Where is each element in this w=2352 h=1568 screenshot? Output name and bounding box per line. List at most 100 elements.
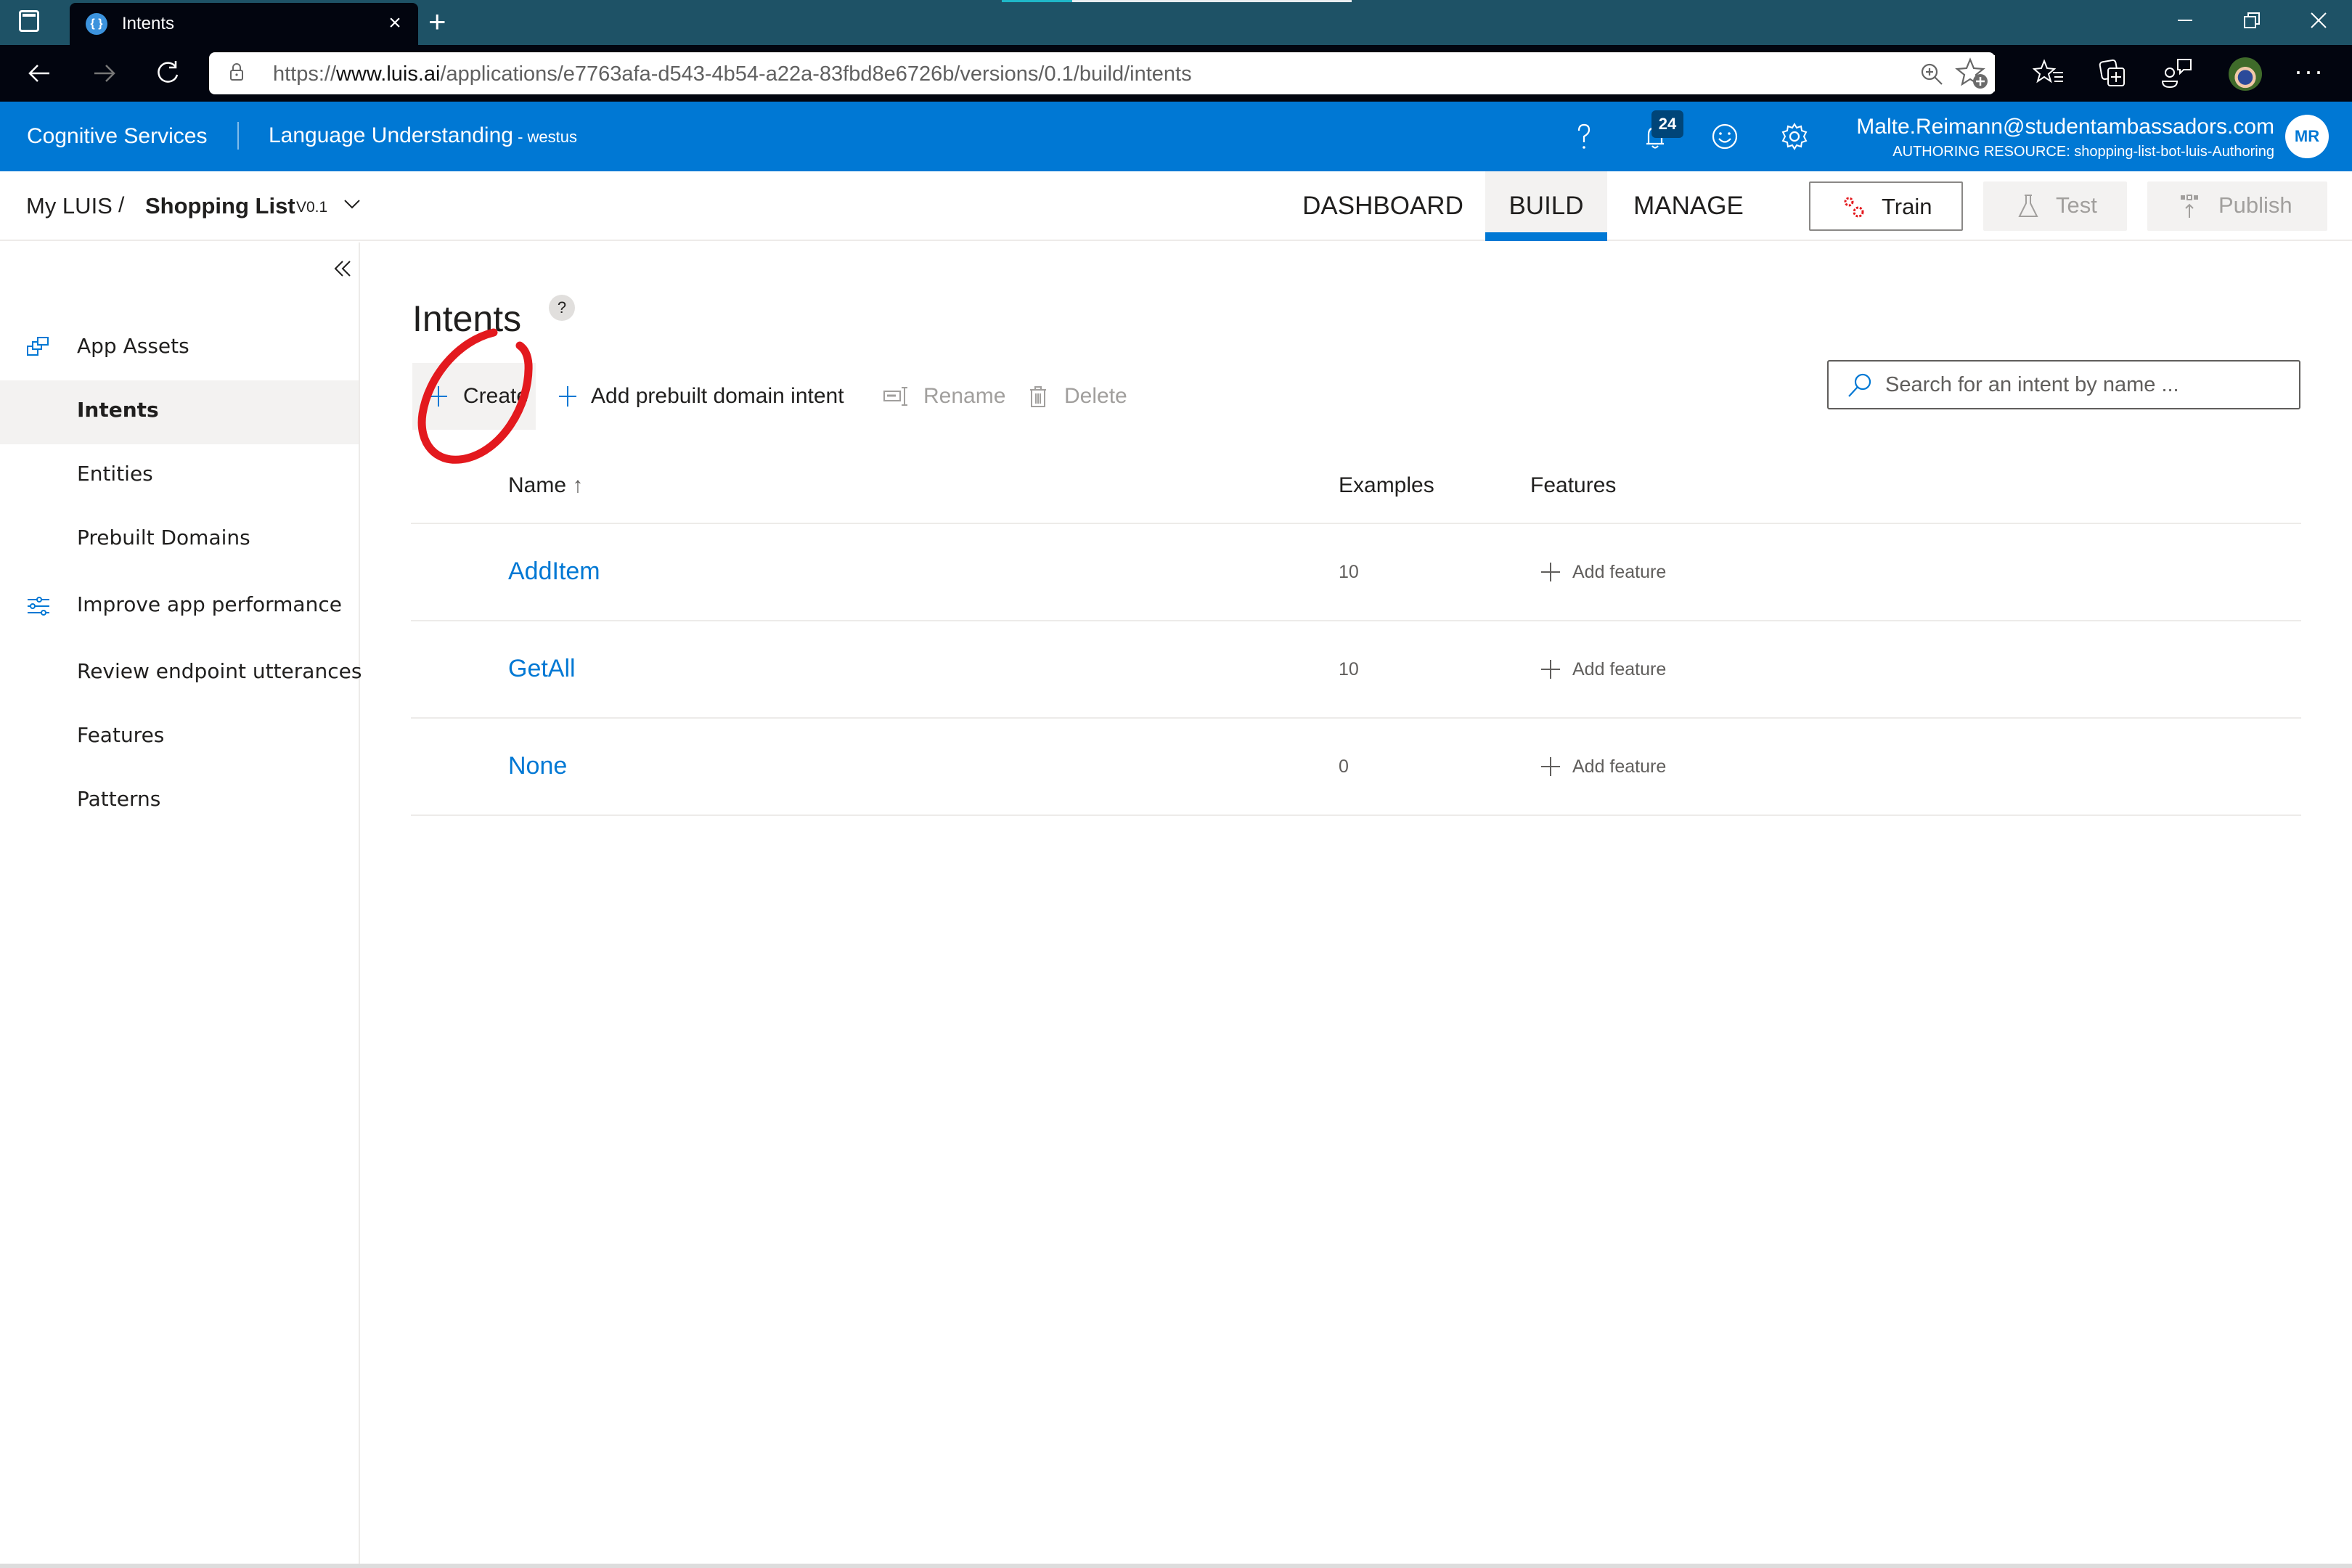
- intent-name-link[interactable]: GetAll: [508, 655, 576, 683]
- notification-count-badge[interactable]: 24: [1651, 110, 1683, 138]
- search-input[interactable]: [1885, 363, 2292, 407]
- restore-icon: [2244, 12, 2260, 28]
- forward-button[interactable]: [86, 55, 122, 91]
- intent-name-link[interactable]: None: [508, 752, 567, 780]
- product-title[interactable]: Language Understanding - westus: [269, 123, 577, 148]
- collapse-double-chevron-icon[interactable]: [330, 256, 356, 282]
- trash-icon: [1030, 386, 1046, 407]
- sidebar-item-entities[interactable]: Entities: [0, 444, 359, 508]
- address-bar[interactable]: https://www.luis.ai/applications/e7763af…: [209, 52, 1995, 94]
- train-button[interactable]: Train: [1809, 181, 1963, 231]
- add-feature-label: Add feature: [1572, 562, 1667, 582]
- add-prebuilt-domain-intent-button[interactable]: Add prebuilt domain intent: [552, 363, 871, 430]
- sidebar-item-label: Entities: [77, 462, 153, 486]
- collections-button[interactable]: [2096, 57, 2130, 90]
- column-header-name[interactable]: Name ↑: [508, 473, 583, 498]
- browser-title-bar: { } Intents × +: [0, 0, 2352, 45]
- add-feature-label: Add feature: [1572, 756, 1667, 777]
- column-header-features[interactable]: Features: [1530, 473, 1616, 498]
- app-version-label: V0.1: [296, 199, 328, 216]
- plus-icon: [430, 386, 447, 407]
- feedback-button[interactable]: [2160, 57, 2194, 90]
- sidebar-item-label: Features: [77, 723, 165, 747]
- sidebar-item-review-endpoint-utterances[interactable]: Review endpoint utterances: [0, 642, 362, 706]
- zoom-in-icon[interactable]: [1919, 61, 1945, 87]
- rename-button[interactable]: Rename: [883, 363, 1013, 430]
- delete-label: Delete: [1064, 384, 1127, 408]
- sidebar-item-label: Improve app performance: [77, 592, 342, 616]
- tab-title: Intents: [122, 14, 175, 33]
- publish-button[interactable]: Publish: [2147, 181, 2327, 231]
- authoring-resource-label: AUTHORING RESOURCE: shopping-list-bot-lu…: [1892, 144, 2274, 160]
- add-favorite-icon[interactable]: [1951, 55, 1995, 91]
- browser-profile-avatar[interactable]: [2229, 57, 2262, 91]
- product-name: Language Understanding: [269, 123, 513, 147]
- browser-toolbar: https://www.luis.ai/applications/e7763af…: [0, 45, 2352, 102]
- table-row[interactable]: GetAll 10 Add feature: [411, 621, 2301, 719]
- lock-icon[interactable]: [229, 62, 244, 81]
- user-email[interactable]: Malte.Reimann@studentambassadors.com: [1856, 115, 2274, 139]
- tab-dashboard[interactable]: DASHBOARD: [1299, 171, 1466, 240]
- region-label: - westus: [513, 128, 577, 146]
- help-icon[interactable]: [1568, 121, 1600, 152]
- sidebar-item-features[interactable]: Features: [0, 706, 359, 769]
- sort-ascending-icon: ↑: [572, 473, 584, 497]
- intent-search-box[interactable]: [1827, 360, 2300, 409]
- url-text[interactable]: https://www.luis.ai/applications/e7763af…: [273, 62, 1192, 86]
- test-button[interactable]: Test: [1983, 181, 2127, 231]
- close-icon: [2311, 12, 2327, 28]
- rename-icon: [883, 387, 907, 406]
- gear-icon[interactable]: [1779, 121, 1810, 152]
- refresh-button[interactable]: [150, 55, 186, 91]
- create-label: Create: [463, 384, 529, 408]
- browser-tab-active[interactable]: { } Intents ×: [70, 3, 418, 45]
- close-window-button[interactable]: [2304, 6, 2333, 35]
- user-avatar[interactable]: MR: [2285, 115, 2329, 158]
- breadcrumb-my-luis[interactable]: My LUIS: [26, 193, 113, 219]
- table-row[interactable]: None 0 Add feature: [411, 719, 2301, 816]
- rename-label: Rename: [923, 384, 1006, 408]
- test-label: Test: [2056, 192, 2097, 218]
- url-prefix: https://: [273, 62, 337, 86]
- sidebar-item-label: Intents: [77, 398, 159, 422]
- publish-label: Publish: [2218, 192, 2292, 218]
- search-icon: [1848, 373, 1871, 397]
- left-nav: App Assets Intents Entities Prebuilt Dom…: [0, 242, 362, 1568]
- table-row[interactable]: AddItem 10 Add feature: [411, 524, 2301, 621]
- tab-build[interactable]: BUILD: [1485, 171, 1607, 241]
- tab-actions-icon[interactable]: [19, 10, 39, 32]
- gears-icon: [1844, 197, 1864, 218]
- luis-favicon-icon: { }: [86, 13, 107, 35]
- add-feature-label: Add feature: [1572, 659, 1667, 679]
- flask-icon: [2018, 195, 2038, 217]
- cognitive-services-link[interactable]: Cognitive Services: [27, 124, 207, 149]
- publish-icon: [2181, 195, 2198, 218]
- examples-count: 10: [1339, 562, 1359, 582]
- sidebar-item-improve-app-performance[interactable]: Improve app performance: [0, 575, 359, 639]
- restore-button[interactable]: [2237, 6, 2266, 35]
- help-tooltip-icon[interactable]: ?: [549, 295, 575, 321]
- breadcrumb-app-name[interactable]: Shopping List: [145, 193, 295, 219]
- sidebar-item-intents[interactable]: Intents: [0, 380, 359, 444]
- tab-manage[interactable]: MANAGE: [1625, 171, 1752, 240]
- sidebar-item-patterns[interactable]: Patterns: [0, 769, 359, 833]
- sidebar-item-prebuilt-domains[interactable]: Prebuilt Domains: [0, 508, 359, 572]
- minimize-button[interactable]: [2171, 6, 2200, 35]
- intent-name-link[interactable]: AddItem: [508, 558, 600, 586]
- create-intent-button[interactable]: Create: [412, 363, 536, 430]
- page-title: Intents: [412, 298, 522, 339]
- delete-button[interactable]: Delete: [1026, 363, 1143, 430]
- smiley-feedback-icon[interactable]: [1709, 121, 1741, 152]
- back-button[interactable]: [22, 55, 58, 91]
- window-bottom-edge: [0, 1564, 2352, 1568]
- examples-count: 10: [1339, 659, 1359, 679]
- more-options-icon[interactable]: ···: [2294, 57, 2324, 86]
- close-tab-icon[interactable]: ×: [382, 10, 408, 36]
- column-header-examples[interactable]: Examples: [1339, 473, 1434, 498]
- chevron-down-icon[interactable]: [341, 193, 363, 215]
- favorites-button[interactable]: [2032, 57, 2066, 90]
- arrow-right-icon: [94, 65, 115, 82]
- sidebar-item-label: Patterns: [77, 787, 161, 811]
- sidebar-item-app-assets[interactable]: App Assets: [0, 317, 359, 380]
- new-tab-button[interactable]: +: [428, 4, 446, 39]
